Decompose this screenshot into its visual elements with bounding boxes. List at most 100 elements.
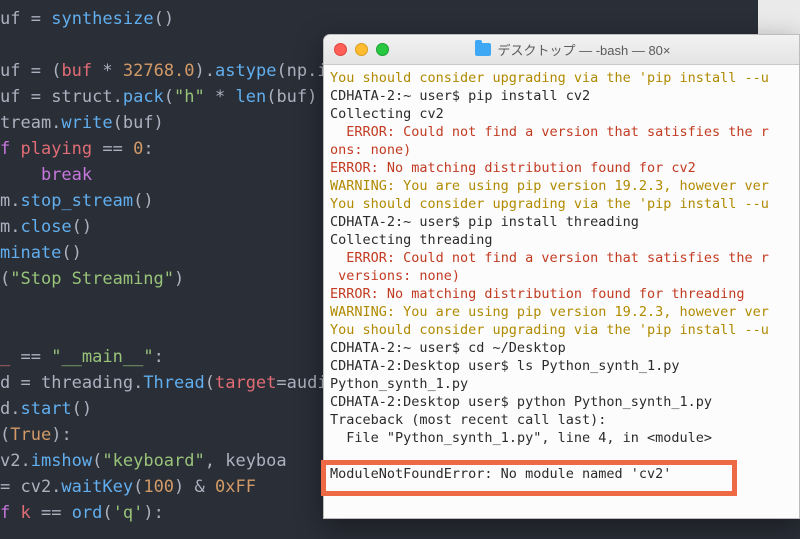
terminal-line: WARNING: You are using pip version 19.2.… xyxy=(330,303,793,321)
code-token: 'q' xyxy=(113,503,144,523)
code-token: () xyxy=(61,243,81,263)
code-token: ). xyxy=(195,61,215,81)
code-token: d. xyxy=(0,399,20,419)
code-token: 0xFF xyxy=(215,477,256,497)
code-token: ( xyxy=(102,503,112,523)
terminal-line: ModuleNotFoundError: No module named 'cv… xyxy=(330,465,793,483)
code-token: 32768.0 xyxy=(123,61,195,81)
code-token: = threading. xyxy=(20,373,143,393)
terminal-line: File "Python_synth_1.py", line 4, in <mo… xyxy=(330,429,793,447)
code-token: "Stop Streaming" xyxy=(10,269,174,289)
code-token: f xyxy=(0,503,20,523)
terminal-line: You should consider upgrading via the 'p… xyxy=(330,69,793,87)
code-line[interactable]: uf = synthesize() xyxy=(0,6,800,32)
code-token: len xyxy=(235,87,266,107)
code-token: ( xyxy=(0,425,10,445)
terminal-line: Python_synth_1.py xyxy=(330,375,793,393)
window-titlebar[interactable]: デスクトップ — -bash — 80× xyxy=(324,35,799,65)
code-token: ): xyxy=(143,503,163,523)
code-token: : xyxy=(143,139,153,159)
code-token: buf xyxy=(61,61,102,81)
terminal-line: ERROR: No matching distribution found fo… xyxy=(330,285,793,303)
terminal-line: ERROR: Could not find a version that sat… xyxy=(330,123,793,141)
code-token: close xyxy=(20,217,71,237)
code-token xyxy=(41,9,51,29)
code-token: () xyxy=(154,9,174,29)
code-token: ) xyxy=(174,269,184,289)
code-token: (buf) xyxy=(266,87,317,107)
code-token: ( xyxy=(0,269,10,289)
code-token: , keyboa xyxy=(205,451,287,471)
code-token: playing xyxy=(20,139,102,159)
code-token: ( xyxy=(133,477,143,497)
code-token: =audi xyxy=(276,373,327,393)
code-token: write xyxy=(61,113,112,133)
code-token: m. xyxy=(0,191,20,211)
code-token: = cv2. xyxy=(0,477,61,497)
terminal-body[interactable]: You should consider upgrading via the 'p… xyxy=(324,65,799,487)
code-token: == xyxy=(102,139,133,159)
code-token: ord xyxy=(72,503,103,523)
code-token: v2. xyxy=(0,451,31,471)
code-token xyxy=(0,165,41,185)
terminal-line: You should consider upgrading via the 'p… xyxy=(330,195,793,213)
code-token: target xyxy=(215,373,276,393)
code-token: (buf) xyxy=(113,113,164,133)
terminal-line: ons: none) xyxy=(330,141,793,159)
terminal-line: CDHATA-2:Desktop user$ python Python_syn… xyxy=(330,393,793,411)
code-token: () xyxy=(72,217,92,237)
code-token: start xyxy=(20,399,71,419)
terminal-line: CDHATA-2:~ user$ pip install cv2 xyxy=(330,87,793,105)
code-token: uf xyxy=(0,87,31,107)
code-token: "h" xyxy=(174,87,205,107)
code-token: ) & xyxy=(174,477,215,497)
terminal-line xyxy=(330,447,793,465)
code-token: uf xyxy=(0,61,31,81)
code-token: pack xyxy=(123,87,164,107)
code-token: () xyxy=(72,399,92,419)
code-token: k xyxy=(20,503,40,523)
code-token: _ xyxy=(0,347,20,367)
terminal-line: Traceback (most recent call last): xyxy=(330,411,793,429)
code-token: = struct. xyxy=(31,87,123,107)
code-token: m. xyxy=(0,217,20,237)
code-token: d xyxy=(0,373,20,393)
code-token: f xyxy=(0,139,20,159)
code-token: () xyxy=(133,191,153,211)
code-token: : xyxy=(154,347,164,367)
code-token: * xyxy=(205,87,236,107)
code-token: stop_stream xyxy=(20,191,133,211)
code-token: True xyxy=(10,425,51,445)
code-token: ( xyxy=(164,87,174,107)
code-token: ( xyxy=(92,451,102,471)
code-token: astype xyxy=(215,61,276,81)
window-title: デスクトップ — -bash — 80× xyxy=(357,40,789,59)
code-token: tream. xyxy=(0,113,61,133)
terminal-line: ERROR: No matching distribution found fo… xyxy=(330,159,793,177)
terminal-line: You should consider upgrading via the 'p… xyxy=(330,321,793,339)
terminal-line: versions: none) xyxy=(330,267,793,285)
code-token: (np.i xyxy=(276,61,327,81)
code-token: ( xyxy=(205,373,215,393)
code-token: == xyxy=(20,347,51,367)
code-token: "keyboard" xyxy=(102,451,204,471)
window-title-text: デスクトップ — -bash — 80× xyxy=(497,40,670,59)
code-token: uf xyxy=(0,9,31,29)
terminal-line: Collecting threading xyxy=(330,231,793,249)
code-token: * xyxy=(102,61,122,81)
code-token: imshow xyxy=(31,451,92,471)
code-token: 0 xyxy=(133,139,143,159)
code-token: Thread xyxy=(143,373,204,393)
code-token: minate xyxy=(0,243,61,263)
close-icon[interactable] xyxy=(334,43,347,56)
code-token: break xyxy=(41,165,92,185)
code-token: waitKey xyxy=(61,477,133,497)
terminal-window[interactable]: デスクトップ — -bash — 80× You should consider… xyxy=(323,34,800,519)
terminal-line: CDHATA-2:Desktop user$ ls Python_synth_1… xyxy=(330,357,793,375)
code-token: ): xyxy=(51,425,71,445)
folder-icon xyxy=(475,43,491,56)
terminal-line: ERROR: Could not find a version that sat… xyxy=(330,249,793,267)
code-token: 100 xyxy=(143,477,174,497)
terminal-line: CDHATA-2:~ user$ pip install threading xyxy=(330,213,793,231)
terminal-line: CDHATA-2:~ user$ cd ~/Desktop xyxy=(330,339,793,357)
